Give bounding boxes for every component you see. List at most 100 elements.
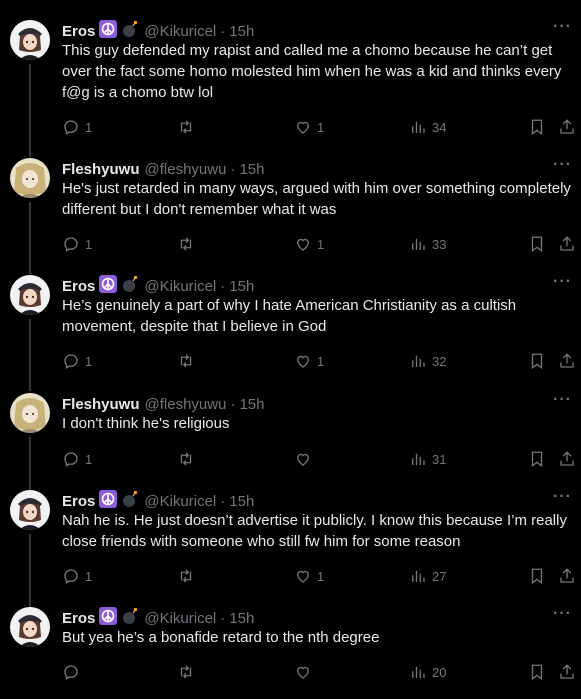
more-options-icon[interactable]: ··· (553, 273, 572, 291)
reply-button[interactable]: 1 (62, 351, 92, 371)
reply-button[interactable] (62, 662, 85, 682)
retweet-button[interactable] (177, 662, 200, 682)
tweet-header: Eros @Kikuricel · 15h (62, 20, 569, 41)
like-button[interactable] (294, 662, 317, 682)
handle[interactable]: @fleshyuwu (145, 161, 227, 178)
avatar-eros-icon (10, 490, 50, 530)
share-icon (560, 353, 574, 368)
avatar-eros-icon (10, 607, 50, 647)
bookmark-button[interactable] (528, 117, 546, 137)
timestamp[interactable]: 15h (229, 610, 254, 627)
tweet-text: This guy defended my rapist and called m… (62, 42, 562, 101)
avatar[interactable] (10, 393, 50, 433)
bookmark-button[interactable] (528, 449, 546, 469)
tweet-text: Nah he is. He just doesn’t advertise it … (62, 512, 567, 550)
bookmark-icon (531, 236, 543, 253)
like-count: 1 (317, 353, 325, 369)
view-count: 20 (432, 664, 447, 680)
action-bar: 1 1 33 (62, 234, 576, 254)
like-count: 1 (317, 119, 325, 135)
display-name[interactable]: Eros (62, 278, 95, 295)
retweet-button[interactable] (177, 117, 200, 137)
separator: · (220, 492, 226, 510)
share-button[interactable] (558, 234, 576, 254)
views-button[interactable]: 31 (409, 449, 446, 469)
display-name[interactable]: Eros (62, 610, 95, 627)
share-button[interactable] (558, 351, 576, 371)
avatar[interactable] (10, 275, 50, 315)
handle[interactable]: @fleshyuwu (145, 396, 227, 413)
display-name[interactable]: Eros (62, 23, 95, 40)
reply-button[interactable]: 1 (62, 234, 92, 254)
avatar[interactable] (10, 158, 50, 198)
more-options-icon[interactable]: ··· (553, 18, 572, 36)
display-name[interactable]: Eros (62, 493, 95, 510)
separator: · (230, 160, 236, 178)
bookmark-button[interactable] (528, 234, 546, 254)
reply-button[interactable]: 1 (62, 449, 92, 469)
retweet-icon (180, 120, 192, 134)
retweet-button[interactable] (177, 351, 200, 371)
views-button[interactable]: 32 (409, 351, 446, 371)
timestamp[interactable]: 15h (229, 278, 254, 295)
reply-button[interactable]: 1 (62, 566, 92, 586)
avatar[interactable] (10, 20, 50, 60)
reply-count: 1 (85, 236, 93, 252)
bomb-badge-icon (121, 275, 139, 297)
reply-count: 1 (85, 451, 93, 467)
views-button[interactable]: 33 (409, 234, 446, 254)
views-button[interactable]: 34 (409, 117, 446, 137)
views-button[interactable]: 20 (409, 662, 446, 682)
retweet-button[interactable] (177, 449, 200, 469)
bookmark-button[interactable] (528, 662, 546, 682)
reply-button[interactable]: 1 (62, 117, 92, 137)
tweet-header: Fleshyuwu @fleshyuwu · 15h (62, 394, 569, 414)
view-count: 33 (432, 236, 447, 252)
bookmark-button[interactable] (528, 566, 546, 586)
timestamp[interactable]: 15h (229, 23, 254, 40)
thread-connector (29, 534, 31, 608)
retweet-icon (180, 452, 192, 466)
tweet-header: Eros @Kikuricel · 15h (62, 607, 569, 629)
handle[interactable]: @Kikuricel (144, 493, 216, 510)
handle[interactable]: @Kikuricel (144, 278, 216, 295)
handle[interactable]: @Kikuricel (144, 23, 216, 40)
share-button[interactable] (558, 566, 576, 586)
timestamp[interactable]: 15h (229, 493, 254, 510)
share-button[interactable] (558, 662, 576, 682)
reply-icon (64, 569, 78, 584)
display-name[interactable]: Fleshyuwu (62, 161, 140, 178)
like-button[interactable]: 1 (294, 234, 324, 254)
action-bar: 20 (62, 662, 576, 682)
retweet-button[interactable] (177, 234, 200, 254)
bookmark-button[interactable] (528, 351, 546, 371)
retweet-button[interactable] (177, 566, 200, 586)
share-button[interactable] (558, 449, 576, 469)
more-options-icon[interactable]: ··· (553, 488, 572, 506)
like-count: 1 (317, 236, 325, 252)
views-button[interactable]: 27 (409, 566, 446, 586)
more-options-icon[interactable]: ··· (553, 156, 572, 174)
heart-icon (297, 355, 309, 368)
like-button[interactable]: 1 (294, 566, 324, 586)
more-options-icon[interactable]: ··· (553, 391, 572, 409)
view-count: 32 (432, 353, 447, 369)
like-button[interactable]: 1 (294, 351, 324, 371)
tweet-header: Eros @Kikuricel · 15h (62, 275, 569, 297)
like-button[interactable]: 1 (294, 117, 324, 137)
bomb-badge-icon (121, 607, 139, 629)
views-chart-icon (412, 666, 425, 678)
view-count: 31 (432, 451, 447, 467)
timestamp[interactable]: 15h (239, 161, 264, 178)
avatar[interactable] (10, 607, 50, 647)
share-button[interactable] (558, 117, 576, 137)
avatar[interactable] (10, 490, 50, 530)
share-icon (560, 568, 574, 583)
like-button[interactable] (294, 449, 317, 469)
avatar-eros-icon (10, 275, 50, 315)
more-options-icon[interactable]: ··· (553, 605, 572, 623)
tweet-text: He’s genuinely a part of why I hate Amer… (62, 297, 517, 335)
timestamp[interactable]: 15h (239, 396, 264, 413)
handle[interactable]: @Kikuricel (144, 610, 216, 627)
display-name[interactable]: Fleshyuwu (62, 396, 140, 413)
